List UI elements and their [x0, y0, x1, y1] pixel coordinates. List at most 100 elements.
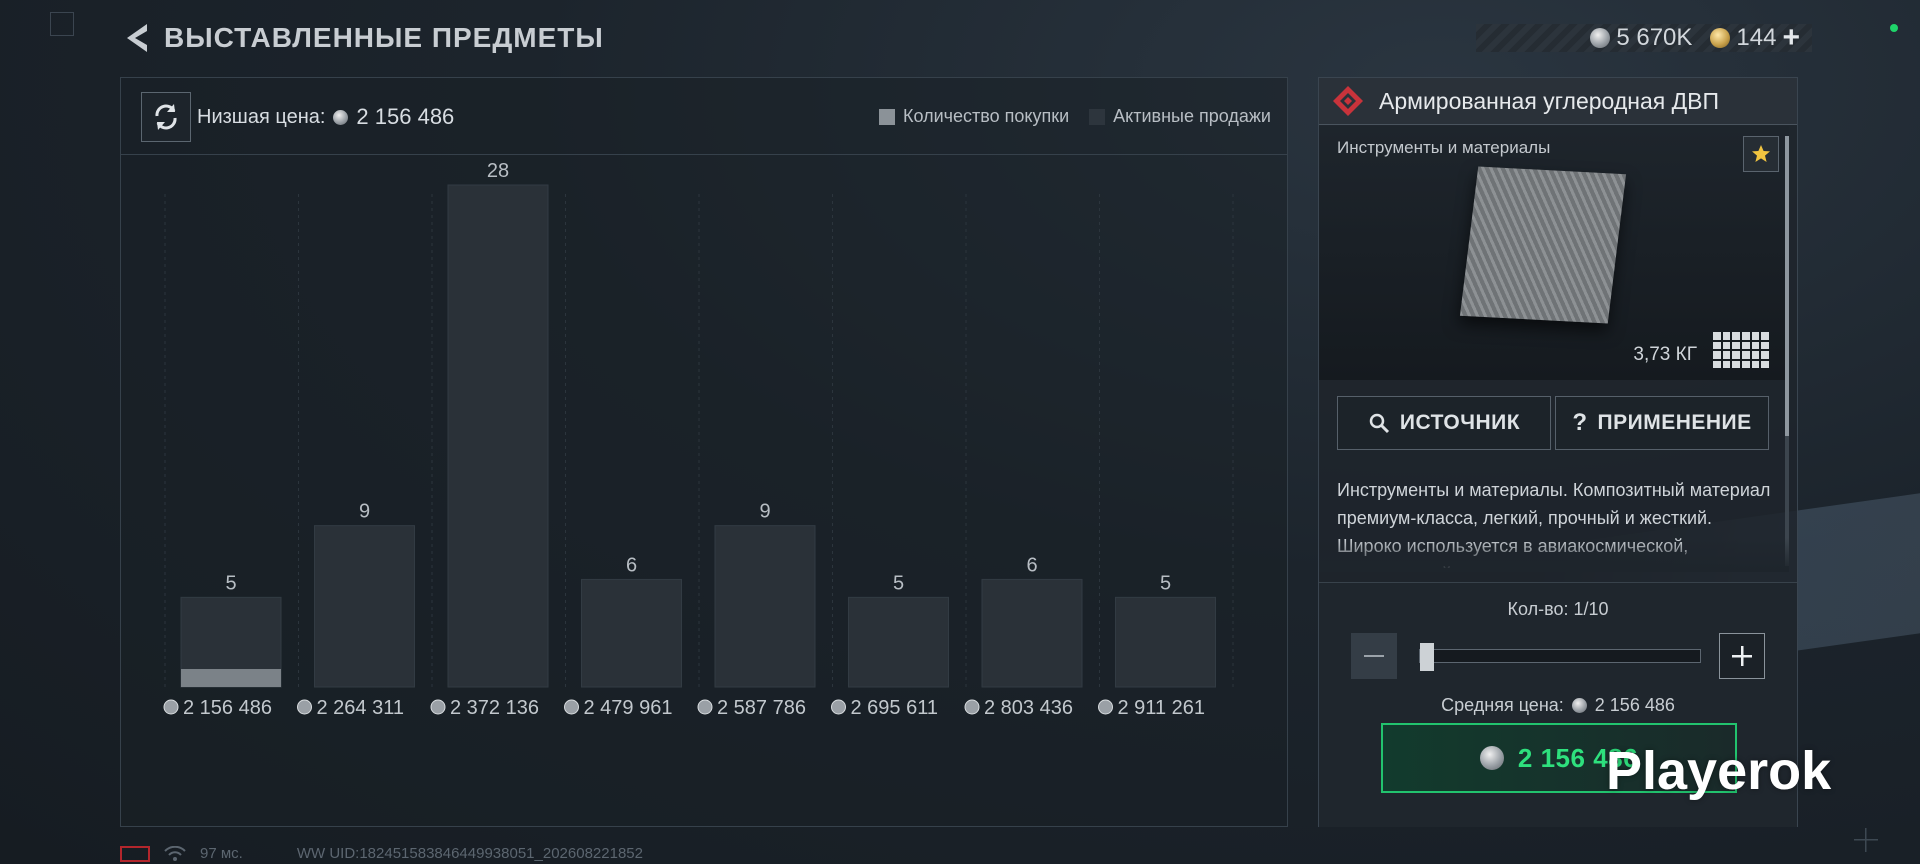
- back-arrow-icon[interactable]: [120, 21, 154, 55]
- quantity-label: Кол-во: 1/10: [1507, 599, 1609, 619]
- tick-coin-icon-3: [564, 699, 579, 715]
- x-tick-label-3: 2 479 961: [584, 697, 673, 719]
- usage-button[interactable]: ? ПРИМЕНЕНИЕ: [1555, 396, 1769, 450]
- silver-coin-icon: [333, 109, 349, 125]
- user-uid: WW UID:182451583846449938051_20260822185…: [296, 845, 643, 862]
- plus-icon: [1732, 646, 1752, 666]
- tick-coin-icon-2: [430, 699, 446, 715]
- star-icon: [1752, 145, 1770, 162]
- tick-coin-icon-4: [697, 699, 713, 715]
- ping-value: 97 мс.: [200, 845, 243, 862]
- bar-active-6: [981, 578, 1083, 688]
- chart-legend: Количество покупки Активные продажи: [878, 106, 1271, 127]
- increase-quantity-button[interactable]: [1719, 633, 1765, 679]
- bar-active-4: [714, 525, 816, 688]
- watermark: Playerok: [1606, 741, 1832, 801]
- bar-active-1: [314, 525, 415, 688]
- status-footer: 97 мс. WW UID:182451583846449938051_2026…: [120, 845, 643, 862]
- page-header: ВЫСТАВЛЕННЫЕ ПРЕДМЕТЫ: [120, 14, 604, 62]
- page-title: ВЫСТАВЛЕННЫЕ ПРЕДМЕТЫ: [164, 22, 604, 53]
- item-rarity-icon: [1333, 86, 1363, 116]
- silver-currency: 5 670K: [1590, 24, 1692, 52]
- source-button[interactable]: ИСТОЧНИК: [1337, 396, 1551, 450]
- silver-coin-icon: [1590, 28, 1611, 48]
- average-price-value: 2 156 486: [1594, 695, 1675, 715]
- add-currency-icon[interactable]: +: [1782, 23, 1800, 53]
- bar-value-label-6: 6: [1026, 554, 1037, 576]
- currency-bar: 5 670K 144 +: [1476, 23, 1812, 53]
- inventory-size-icon: [1713, 332, 1769, 368]
- tick-coin-icon-6: [964, 699, 980, 715]
- tick-coin-icon-5: [831, 699, 846, 715]
- bar-value-label-7: 5: [1160, 572, 1171, 594]
- x-tick-label-0: 2 156 486: [183, 697, 272, 719]
- bar-active-3: [581, 578, 682, 688]
- market-panel-header: Низшая цена: 2 156 486 Количество покупк…: [121, 78, 1287, 155]
- bar-active-2: [447, 184, 549, 688]
- tick-coin-icon-1: [297, 699, 312, 715]
- item-image: [1459, 166, 1627, 324]
- silver-coin-icon: [1479, 746, 1504, 770]
- bar-value-label-4: 9: [759, 501, 770, 523]
- x-tick-label-7: 2 911 261: [1118, 697, 1206, 719]
- bar-value-label-5: 5: [893, 572, 904, 594]
- bar-active-5: [848, 596, 949, 688]
- search-icon: [1369, 413, 1389, 434]
- favorite-button[interactable]: [1743, 136, 1779, 172]
- legend-active-label: Активные продажи: [1113, 106, 1271, 126]
- bar-value-label-1: 9: [359, 501, 370, 523]
- silver-amount: 5 670K: [1616, 24, 1693, 51]
- item-name: Армированная углеродная ДВП: [1379, 87, 1720, 114]
- market-panel: Низшая цена: 2 156 486 Количество покупк…: [120, 77, 1288, 827]
- quantity-stepper: [1351, 633, 1765, 679]
- x-tick-label-6: 2 803 436: [984, 697, 1073, 719]
- item-category: Инструменты и материалы: [1337, 138, 1551, 157]
- refresh-icon: [155, 104, 177, 130]
- mail-icon[interactable]: [120, 845, 150, 862]
- x-tick-label-1: 2 264 311: [317, 697, 405, 719]
- source-button-label: ИСТОЧНИК: [1399, 411, 1521, 434]
- price-chart: 5 2 156 486 9 2 264 311 28 2 372 136 6 2 479 96…: [121, 154, 1287, 826]
- wifi-icon: [164, 845, 186, 861]
- question-icon: ?: [1572, 409, 1588, 436]
- refresh-button[interactable]: [141, 92, 191, 142]
- item-actions: ИСТОЧНИК ? ПРИМЕНЕНИЕ: [1337, 396, 1769, 450]
- tick-coin-icon-0: [163, 699, 179, 715]
- item-card: Инструменты и материалы 3,73 КГ: [1319, 126, 1789, 380]
- min-price-label: Низшая цена:: [197, 105, 326, 128]
- item-weight: 3,73 КГ: [1633, 344, 1697, 365]
- price-chart-svg: 5 2 156 486 9 2 264 311 28 2 372 136 6 2 479 96…: [163, 160, 1234, 719]
- bar-active-7: [1115, 596, 1216, 688]
- scrollbar-thumb[interactable]: [1785, 136, 1789, 436]
- silver-coin-icon: [1571, 698, 1587, 713]
- minus-icon: [1364, 655, 1384, 657]
- legend-purchase: Количество покупки: [878, 106, 1070, 127]
- item-scrollbar[interactable]: [1785, 136, 1789, 566]
- legend-active: Активные продажи: [1089, 106, 1271, 127]
- quantity-slider-handle[interactable]: [1420, 643, 1434, 671]
- legend-purchase-swatch: [878, 108, 895, 125]
- x-tick-label-5: 2 695 611: [851, 697, 939, 719]
- item-panel: Армированная углеродная ДВП Инструменты …: [1318, 77, 1798, 827]
- average-price-label: Средняя цена:: [1441, 695, 1564, 715]
- bar-purchase-0: [181, 669, 281, 687]
- decrease-quantity-button[interactable]: [1351, 633, 1397, 679]
- legend-active-swatch: [1089, 108, 1106, 125]
- description-fade: [1319, 538, 1789, 572]
- tick-coin-icon-7: [1098, 699, 1113, 715]
- legend-purchase-label: Количество покупки: [902, 106, 1070, 126]
- usage-button-label: ПРИМЕНЕНИЕ: [1597, 411, 1752, 434]
- gold-coin-icon: [1710, 28, 1731, 48]
- gold-amount: 144: [1736, 24, 1777, 51]
- crosshair-icon: [1854, 828, 1878, 852]
- quantity-slider[interactable]: [1419, 643, 1701, 671]
- gold-currency: 144 +: [1710, 23, 1800, 53]
- min-price-value: 2 156 486: [356, 104, 455, 129]
- online-status-icon: [1890, 24, 1898, 32]
- bar-value-label-0: 5: [225, 572, 236, 594]
- x-tick-label-4: 2 587 786: [717, 697, 806, 719]
- bar-value-label-2: 28: [487, 160, 509, 182]
- x-tick-label-2: 2 372 136: [450, 697, 539, 719]
- min-price: Низшая цена: 2 156 486: [197, 104, 454, 130]
- bar-value-label-3: 6: [626, 554, 637, 576]
